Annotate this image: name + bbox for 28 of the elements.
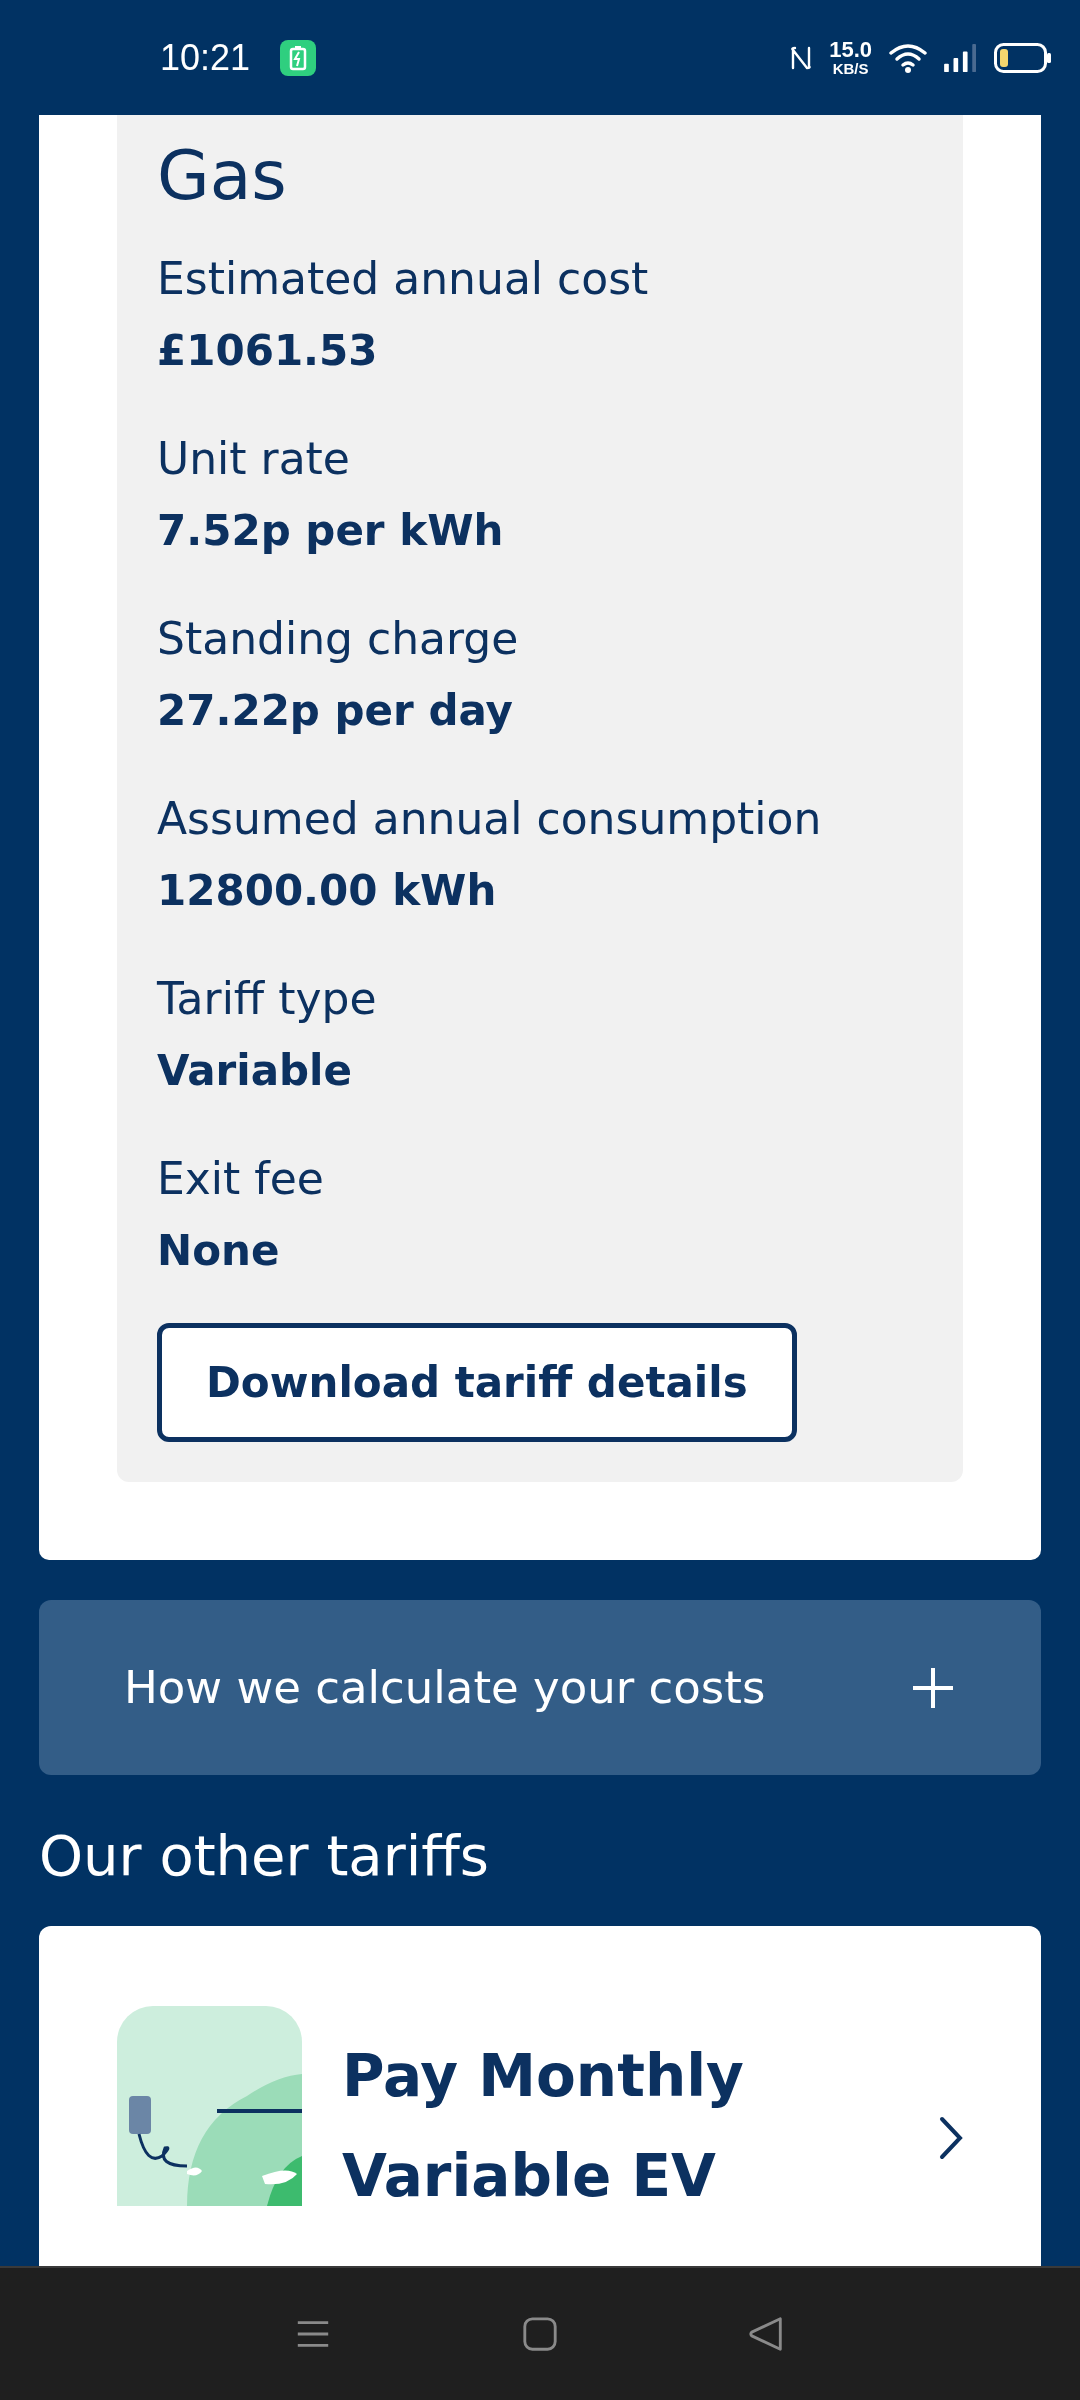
wifi-icon xyxy=(888,41,928,74)
tariff-link-card[interactable]: Pay Monthly Variable EV xyxy=(39,1926,1041,2266)
detail-label: Exit fee xyxy=(157,1152,325,1206)
detail-label: Assumed annual consumption xyxy=(157,792,823,846)
tariff-name: Pay Monthly Variable EV xyxy=(342,2041,745,2212)
network-speed: 15.0 xyxy=(829,39,872,61)
battery-saver-icon xyxy=(280,39,317,76)
detail-value: 7.52p per kWh xyxy=(157,505,505,557)
detail-label: Estimated annual cost xyxy=(157,252,650,306)
detail-value: £1061.53 xyxy=(157,325,379,377)
status-time: 10:21 xyxy=(160,36,251,79)
accordion-title: How we calculate your costs xyxy=(124,1661,766,1714)
signal-icon xyxy=(944,42,978,73)
chevron-right-icon xyxy=(939,2116,963,2160)
detail-value: 12800.00 kWh xyxy=(157,865,498,917)
detail-value: 27.22p per day xyxy=(157,685,514,737)
detail-value: Variable xyxy=(157,1045,353,1097)
speed-unit: KB/S xyxy=(832,61,869,76)
detail-label: Tariff type xyxy=(157,972,378,1026)
detail-label: Unit rate xyxy=(157,432,351,486)
detail-value: None xyxy=(157,1225,281,1277)
detail-label: Standing charge xyxy=(157,612,520,666)
battery-icon xyxy=(994,42,1052,73)
fuel-title: Gas xyxy=(157,135,288,217)
home-icon[interactable] xyxy=(521,2315,559,2353)
download-button[interactable]: Download tariff details xyxy=(157,1323,797,1442)
accordion[interactable]: How we calculate your costs xyxy=(39,1600,1041,1775)
section-heading: Our other tariffs xyxy=(39,1823,490,1888)
